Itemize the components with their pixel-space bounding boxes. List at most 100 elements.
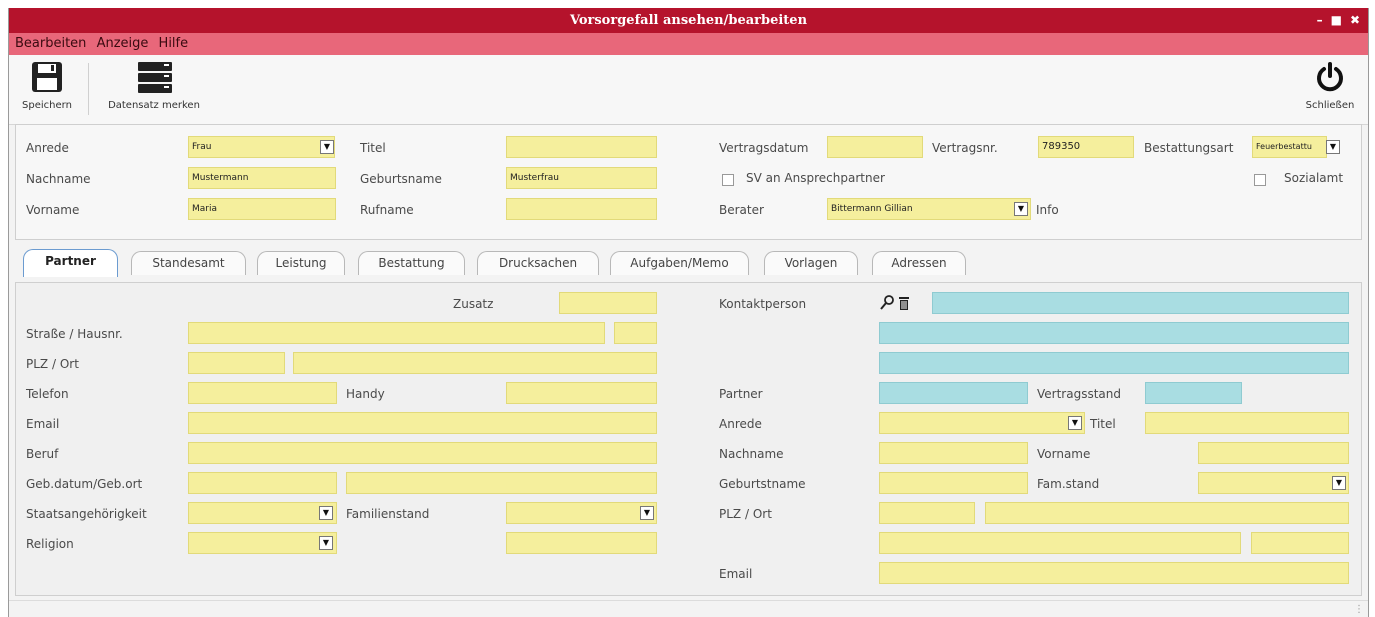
partner-geburtsname-field[interactable] <box>879 472 1028 494</box>
chevron-down-icon[interactable]: ▼ <box>1014 202 1028 216</box>
close-window-icon[interactable]: ✖ <box>1350 8 1360 33</box>
chevron-down-icon[interactable]: ▼ <box>319 506 333 520</box>
close-button[interactable]: Schließen <box>1295 61 1365 111</box>
strasse-field[interactable] <box>188 322 605 344</box>
rufname-label: Rufname <box>360 203 414 217</box>
email-field[interactable] <box>188 412 657 434</box>
menu-anzeige[interactable]: Anzeige <box>97 36 149 51</box>
maximize-icon[interactable]: ■ <box>1331 8 1342 33</box>
zusatz-field[interactable] <box>559 292 657 314</box>
hausnr-field[interactable] <box>614 322 657 344</box>
kontaktperson-line2-field[interactable] <box>879 322 1349 344</box>
vertragsstand-field[interactable] <box>1145 382 1242 404</box>
menu-hilfe[interactable]: Hilfe <box>159 36 189 51</box>
nachname-field[interactable]: Mustermann <box>188 167 336 189</box>
chevron-down-icon[interactable]: ▼ <box>1068 416 1082 430</box>
save-label: Speichern <box>22 100 72 111</box>
tab-drucksachen[interactable]: Drucksachen <box>477 251 599 275</box>
window-title: Vorsorgefall ansehen/bearbeiten <box>569 13 808 28</box>
religion-extra-field[interactable] <box>506 532 657 554</box>
gebdatum-label: Geb.datum/Geb.ort <box>26 477 143 491</box>
gebdatum-field[interactable] <box>188 472 337 494</box>
rufname-field[interactable] <box>506 198 657 220</box>
trash-icon[interactable] <box>898 295 910 311</box>
vorname-field[interactable]: Maria <box>188 198 336 220</box>
partner-email-field[interactable] <box>879 562 1349 584</box>
staatsangehoerigkeit-label: Staatsangehörigkeit <box>26 507 147 521</box>
zusatz-label: Zusatz <box>453 297 494 311</box>
religion-select[interactable] <box>188 532 337 554</box>
partner-vorname-label: Vorname <box>1037 447 1091 461</box>
titel-label: Titel <box>360 141 386 155</box>
chevron-down-icon[interactable]: ▼ <box>1332 476 1346 490</box>
titel-field[interactable] <box>506 136 657 158</box>
save-button[interactable]: Speichern <box>11 61 83 111</box>
chevron-down-icon[interactable]: ▼ <box>319 536 333 550</box>
gebort-field[interactable] <box>346 472 657 494</box>
bookmark-label: Datensatz merken <box>108 100 200 111</box>
staatsangehoerigkeit-select[interactable] <box>188 502 337 524</box>
handy-label: Handy <box>346 387 385 401</box>
kontaktperson-label: Kontaktperson <box>719 297 807 311</box>
power-icon <box>1317 62 1343 92</box>
info-link[interactable]: Info <box>1036 203 1059 217</box>
chevron-down-icon[interactable]: ▼ <box>1326 140 1340 154</box>
bestattungsart-select[interactable]: Feuerbestattu <box>1252 136 1327 158</box>
partner-strasse-field[interactable] <box>879 532 1241 554</box>
chevron-down-icon[interactable]: ▼ <box>640 506 654 520</box>
kontaktperson-line3-field[interactable] <box>879 352 1349 374</box>
ort-field[interactable] <box>293 352 657 374</box>
partner-hausnr-field[interactable] <box>1251 532 1349 554</box>
partner-nachname-label: Nachname <box>719 447 784 461</box>
partner-email-label: Email <box>719 567 753 581</box>
tab-partner[interactable]: Partner <box>23 249 118 277</box>
partner-titel-field[interactable] <box>1145 412 1349 434</box>
tab-adressen[interactable]: Adressen <box>872 251 966 275</box>
bookmark-record-button[interactable]: Datensatz merken <box>95 61 213 111</box>
partner-nachname-field[interactable] <box>879 442 1028 464</box>
partner-famstand-select[interactable] <box>1198 472 1349 494</box>
tab-bestattung[interactable]: Bestattung <box>358 251 465 275</box>
partner-ort-field[interactable] <box>985 502 1349 524</box>
tab-leistung[interactable]: Leistung <box>257 251 345 275</box>
partner-anrede-select[interactable] <box>879 412 1085 434</box>
vertragsdatum-label: Vertragsdatum <box>719 141 809 155</box>
partner-plz-field[interactable] <box>879 502 975 524</box>
anrede-label: Anrede <box>26 141 69 155</box>
partner-vorname-field[interactable] <box>1198 442 1349 464</box>
resize-grip-icon[interactable]: ⋮ <box>1354 604 1364 615</box>
familienstand-select[interactable] <box>506 502 657 524</box>
plz-field[interactable] <box>188 352 285 374</box>
menu-bearbeiten[interactable]: Bearbeiten <box>15 36 86 51</box>
religion-label: Religion <box>26 537 74 551</box>
anrede-select[interactable]: Frau <box>188 136 335 158</box>
telefon-field[interactable] <box>188 382 337 404</box>
sozialamt-label: Sozialamt <box>1284 171 1344 185</box>
vertragsnr-field[interactable]: 789350 <box>1038 136 1134 158</box>
berater-select[interactable]: Bittermann Gillian <box>827 198 1031 220</box>
tab-standesamt[interactable]: Standesamt <box>131 251 246 275</box>
tab-vorlagen[interactable]: Vorlagen <box>764 251 858 275</box>
partner-label: Partner <box>719 387 763 401</box>
tab-aufgaben-memo[interactable]: Aufgaben/Memo <box>610 251 749 275</box>
partner-famstand-label: Fam.stand <box>1037 477 1100 491</box>
sv-ansprechpartner-label: SV an Ansprechpartner <box>746 171 885 185</box>
partner-plz-ort-label: PLZ / Ort <box>719 507 772 521</box>
partner-field[interactable] <box>879 382 1028 404</box>
sozialamt-checkbox[interactable] <box>1254 174 1266 186</box>
vertragsdatum-field[interactable] <box>827 136 923 158</box>
partner-geburtsname-label: Geburtstname <box>719 477 806 491</box>
kontaktperson-field[interactable] <box>932 292 1349 314</box>
status-bar: ⋮ <box>9 600 1368 617</box>
vorname-label: Vorname <box>26 203 80 217</box>
minimize-icon[interactable]: – <box>1317 8 1323 33</box>
sv-ansprechpartner-checkbox[interactable] <box>722 174 734 186</box>
search-icon[interactable] <box>880 295 894 311</box>
email-label: Email <box>26 417 60 431</box>
chevron-down-icon[interactable]: ▼ <box>320 140 334 154</box>
geburtsname-field[interactable]: Musterfrau <box>506 167 657 189</box>
handy-field[interactable] <box>506 382 657 404</box>
partner-anrede-label: Anrede <box>719 417 762 431</box>
toolbar-separator <box>88 63 89 115</box>
beruf-field[interactable] <box>188 442 657 464</box>
